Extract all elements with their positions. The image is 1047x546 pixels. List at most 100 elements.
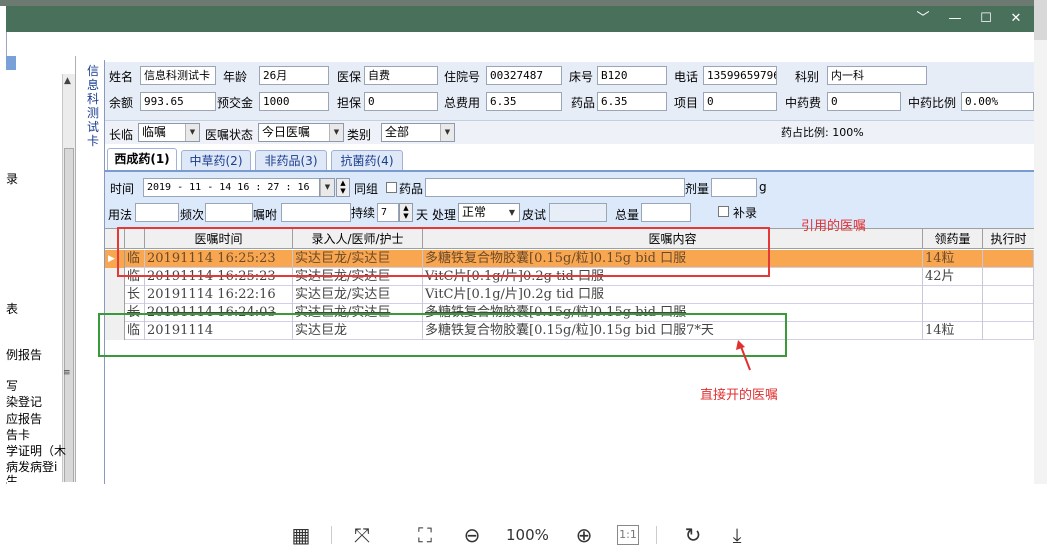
tab-antibacterial[interactable]: 抗菌药(4): [331, 150, 403, 170]
time-picker[interactable]: 2019 - 11 - 14 16 : 27 : 16: [143, 178, 335, 197]
collapse-button[interactable]: ﹀: [912, 9, 934, 29]
drug-label: 药品: [571, 96, 596, 110]
total-field[interactable]: 6.35: [486, 92, 562, 111]
minimize-button[interactable]: —: [944, 9, 966, 29]
tcm-ratio-field[interactable]: 0.00%: [961, 92, 1034, 111]
tree-item[interactable]: 表: [6, 300, 18, 317]
insurance-field[interactable]: 自费: [364, 66, 438, 85]
rotate-icon[interactable]: ↻: [680, 524, 706, 546]
cell-quantity: 14粒: [923, 322, 983, 340]
order-status-select[interactable]: 今日医嘱 ▼: [258, 123, 344, 142]
drug-ratio-text: 药占比例: 100%: [781, 126, 864, 139]
spinner-down-icon[interactable]: ▼: [403, 212, 408, 220]
skin-test-field[interactable]: [549, 203, 607, 222]
dose-input[interactable]: [711, 178, 757, 197]
cell-exec-time: [983, 322, 1034, 340]
drug-search-input[interactable]: [425, 178, 685, 197]
outer-right-strip: [1034, 0, 1047, 490]
category-label: 类别: [347, 128, 372, 142]
bed-field[interactable]: B120: [597, 66, 667, 85]
patient-vertical-tab[interactable]: 信息科测试卡: [84, 64, 102, 148]
close-button[interactable]: ✕: [1005, 9, 1027, 29]
item-label: 项目: [674, 96, 699, 110]
zoom-in-icon[interactable]: ⊕: [571, 524, 597, 546]
left-scroll-thumb[interactable]: [64, 148, 74, 482]
cell-exec-time: [983, 286, 1034, 304]
tree-item[interactable]: 录: [6, 170, 18, 187]
dose-label: 剂量: [685, 182, 710, 196]
table-row[interactable]: 长 20191114 16:22:16 实达巨龙/实达巨 VitC片[0.1g/片]0…: [105, 286, 1034, 304]
tree-item[interactable]: 染登记: [6, 393, 42, 410]
handle-select[interactable]: 正常 ▼: [458, 203, 520, 222]
drug-checkbox[interactable]: [386, 182, 397, 193]
category-select[interactable]: 全部 ▼: [381, 123, 455, 142]
name-field[interactable]: 信息科测试卡: [140, 66, 216, 85]
long-temp-value: 临嘱: [142, 125, 167, 139]
age-field[interactable]: 26月: [259, 66, 329, 85]
chevron-down-icon[interactable]: ▼: [329, 124, 343, 141]
tab-non-drug[interactable]: 非药品(3): [255, 150, 327, 170]
tree-item[interactable]: 写: [6, 377, 18, 394]
tree-item[interactable]: 例报告: [6, 346, 42, 363]
time-spinner[interactable]: ▲ ▼: [336, 178, 350, 197]
admission-field[interactable]: 00327487: [486, 66, 562, 85]
spinner-up-icon[interactable]: ▲: [403, 204, 408, 212]
tab-western-medicine[interactable]: 西成药(1): [107, 148, 177, 170]
spinner-down-icon[interactable]: ▼: [340, 187, 345, 195]
order-entry-panel: 时间 2019 - 11 - 14 16 : 27 : 16 ▼ ▲ ▼ 同组 药…: [105, 172, 1034, 228]
cell-type: 长: [125, 286, 145, 304]
time-dropdown[interactable]: ▼: [319, 178, 335, 197]
spinner-up-icon[interactable]: ▲: [340, 179, 345, 187]
download-icon[interactable]: ⤓: [724, 524, 750, 546]
tree-item[interactable]: 应报告: [6, 410, 42, 427]
cell-quantity: 14粒: [923, 250, 983, 268]
guarantee-field[interactable]: 0: [364, 92, 438, 111]
tcm-fee-field[interactable]: 0: [827, 92, 901, 111]
drug-field[interactable]: 6.35: [597, 92, 667, 111]
handle-value: 正常: [462, 205, 487, 219]
window-title-bar[interactable]: ﹀ — ☐ ✕: [6, 6, 1034, 32]
toolbar-separator: [656, 526, 657, 544]
direct-orders-highlight: [98, 313, 787, 357]
supplement-checkbox[interactable]: [718, 206, 729, 217]
cell-exec-time: [983, 268, 1034, 286]
direct-orders-annotation: 直接开的医嘱: [700, 388, 779, 403]
tab-herbal-medicine[interactable]: 中草药(2): [181, 150, 251, 170]
dept-field[interactable]: 内一科: [827, 66, 927, 85]
order-status-value: 今日医嘱: [262, 125, 311, 139]
tree-item[interactable]: 学证明（木: [6, 442, 66, 459]
chevron-down-icon[interactable]: ▼: [320, 179, 334, 196]
layout-icon[interactable]: ▦: [288, 524, 314, 546]
long-temp-label: 长临: [109, 128, 134, 142]
toolbar-separator: [331, 526, 332, 544]
chevron-down-icon[interactable]: ▼: [440, 124, 454, 141]
header-exec-time[interactable]: 执行时: [983, 229, 1034, 249]
duration-spinner[interactable]: ▲ ▼: [399, 203, 413, 222]
long-temp-select[interactable]: 临嘱 ▼: [138, 123, 200, 142]
chevron-down-icon[interactable]: ▼: [185, 124, 199, 141]
admission-label: 住院号: [444, 70, 481, 84]
maximize-button[interactable]: ☐: [975, 9, 997, 29]
frequency-input[interactable]: [205, 203, 253, 222]
zoom-out-icon[interactable]: ⊖: [459, 524, 485, 546]
fullscreen-icon[interactable]: ⛶: [412, 524, 438, 546]
deposit-field[interactable]: 1000: [259, 92, 329, 111]
instruction-label: 嘱咐: [253, 208, 278, 222]
item-field[interactable]: 0: [703, 92, 777, 111]
balance-field[interactable]: 993.65: [140, 92, 216, 111]
tree-item[interactable]: 生: [6, 472, 18, 482]
same-group-label: 同组: [354, 182, 379, 196]
left-tree-panel[interactable]: ▲ ≡ 录 表 例报告 写 染登记 应报告 告卡 学证明（木 病发病登i 生: [6, 56, 76, 482]
total-qty-input[interactable]: [641, 203, 691, 222]
actual-size-icon[interactable]: 1:1: [617, 525, 639, 545]
chevron-down-icon[interactable]: ▼: [505, 204, 519, 221]
tree-item[interactable]: 告卡: [6, 426, 30, 443]
scroll-up-icon[interactable]: ▲: [64, 76, 71, 86]
phone-field[interactable]: 13599659796: [703, 66, 777, 85]
duration-input[interactable]: 7: [377, 203, 399, 222]
usage-input[interactable]: [135, 203, 179, 222]
header-quantity[interactable]: 领药量: [923, 229, 983, 249]
row-indicator[interactable]: [105, 286, 125, 304]
fit-icon[interactable]: ⤧: [349, 524, 375, 546]
instruction-input[interactable]: [281, 203, 351, 222]
